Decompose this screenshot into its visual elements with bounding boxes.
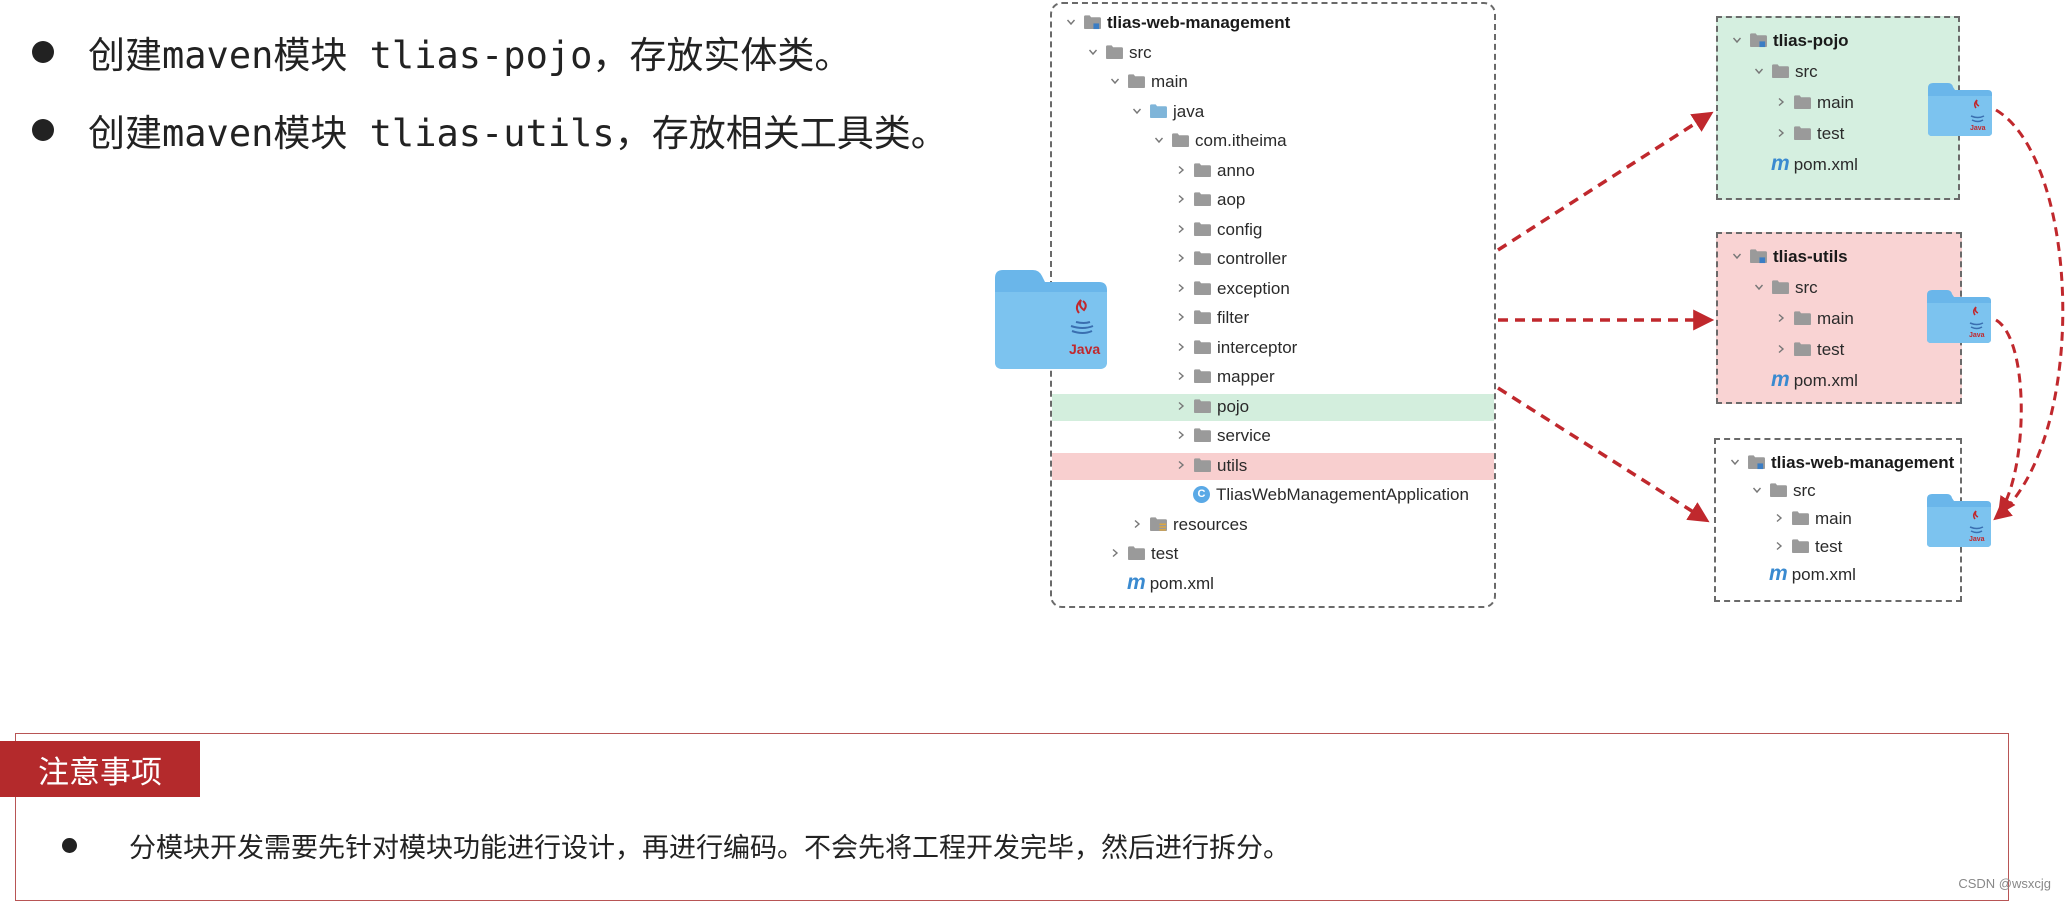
arrow-to-web-management xyxy=(1497,386,1710,523)
dependency-arrow-utils xyxy=(1995,318,2023,515)
notice-item: 分模块开发需要先针对模块功能进行设计，再进行编码。不会先将工程开发完毕，然后进行… xyxy=(62,820,1290,870)
notice-bullet-dot xyxy=(62,837,77,853)
watermark: CSDN @wsxcjg xyxy=(1958,876,2051,891)
notice-text: 分模块开发需要先针对模块功能进行设计，再进行编码。不会先将工程开发完毕，然后进行… xyxy=(129,832,1290,864)
dependency-arrow-pojo xyxy=(1993,108,2065,521)
notice-title: 注意事项 xyxy=(0,741,200,797)
notice-box xyxy=(15,733,2009,901)
arrow-to-pojo xyxy=(1497,111,1714,252)
